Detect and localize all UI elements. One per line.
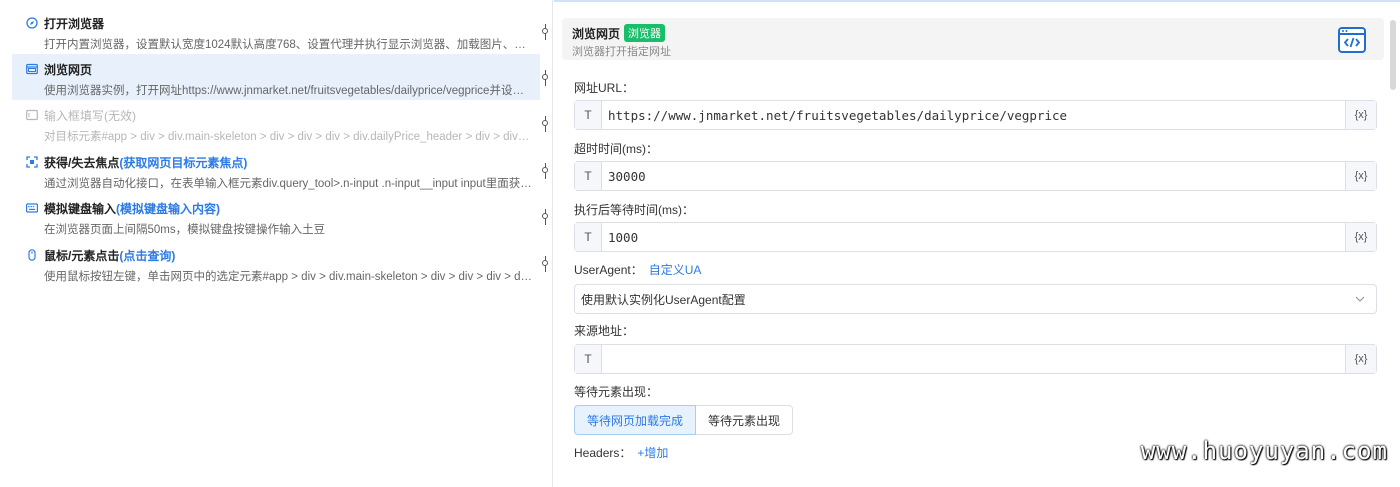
url-label: 网址URL：	[574, 81, 635, 95]
wait-after-input[interactable]: 1000	[602, 223, 1345, 251]
mouse-icon	[26, 249, 38, 261]
step-focus[interactable]: 获得/失去焦点 (获取网页目标元素焦点) 通过浏览器自动化接口，在表单输入框元素…	[12, 147, 540, 193]
step-connector-handle[interactable]	[540, 256, 550, 272]
step-connector-handle[interactable]	[540, 163, 550, 179]
timeout-input[interactable]: 30000	[602, 162, 1345, 190]
step-mouse-click[interactable]: 鼠标/元素点击 (点击查询) 使用鼠标按钮左键，单击网页中的选定元素#app >…	[12, 240, 540, 286]
custom-ua-link[interactable]: 自定义UA	[649, 263, 702, 277]
panel-subtitle: 浏览器打开指定网址	[572, 46, 671, 58]
step-tag: (获取网页目标元素焦点)	[119, 155, 248, 170]
step-tag: (点击查询)	[119, 248, 176, 263]
wait-element-button[interactable]: 等待元素出现	[696, 405, 794, 435]
panel-header: 浏览网页 浏览器 浏览器打开指定网址	[562, 18, 1384, 60]
keyboard-icon	[26, 202, 38, 214]
headers-label: Headers：	[574, 446, 632, 460]
step-browse-webpage[interactable]: 浏览网页 使用浏览器实例，打开网址https://www.jnmarket.ne…	[12, 54, 540, 100]
wait-mode-toggle: 等待网页加载完成 等待元素出现	[574, 405, 794, 435]
variable-insert-button[interactable]: {x}	[1345, 162, 1376, 190]
timeout-label: 超时时间(ms)：	[574, 142, 658, 156]
chevron-down-icon	[1355, 296, 1365, 302]
category-badge: 浏览器	[624, 24, 666, 42]
step-description: 通过浏览器自动化接口，在表单输入框元素div.query_tool>.n-inp…	[44, 178, 532, 190]
focus-icon	[26, 156, 38, 168]
browser-window-icon	[26, 63, 38, 75]
properties-panel: 浏览网页 浏览器 浏览器打开指定网址 网址URL： T https://www.…	[554, 0, 1400, 487]
panel-title: 浏览网页	[572, 26, 621, 41]
text-type-toggle[interactable]: T	[575, 101, 602, 129]
step-tag: (模拟键盘输入内容)	[116, 201, 221, 216]
step-description: 使用浏览器实例，打开网址https://www.jnmarket.net/fru…	[44, 85, 524, 97]
step-title: 鼠标/元素点击	[44, 248, 120, 263]
referer-field[interactable]: T {x}	[574, 344, 1377, 374]
text-type-toggle[interactable]: T	[575, 223, 602, 251]
step-title: 打开浏览器	[44, 16, 105, 31]
step-connector-handle[interactable]	[540, 70, 550, 86]
step-connector-handle[interactable]	[540, 24, 550, 40]
browser-code-icon	[1338, 27, 1366, 53]
step-list-panel: 打开浏览器 打开内置浏览器，设置默认宽度1024默认高度768、设置代理并执行显…	[0, 0, 553, 487]
step-connector-handle[interactable]	[540, 116, 550, 132]
step-description: 打开内置浏览器，设置默认宽度1024默认高度768、设置代理并执行显示浏览器、加…	[44, 39, 526, 51]
step-title: 获得/失去焦点	[44, 155, 120, 170]
wait-after-field[interactable]: T 1000 {x}	[574, 222, 1377, 252]
useragent-select[interactable]: 使用默认实例化UserAgent配置	[574, 284, 1377, 314]
watermark: www.huoyuyan.com	[1140, 437, 1388, 465]
step-open-browser[interactable]: 打开浏览器 打开内置浏览器，设置默认宽度1024默认高度768、设置代理并执行显…	[12, 8, 540, 54]
step-title: 模拟键盘输入	[44, 201, 117, 216]
url-field[interactable]: T https://www.jnmarket.net/fruitsvegetab…	[574, 100, 1377, 130]
step-keyboard-input[interactable]: 模拟键盘输入 (模拟键盘输入内容) 在浏览器页面上间隔50ms，模拟键盘按键操作…	[12, 193, 540, 239]
add-header-link[interactable]: +增加	[637, 446, 668, 460]
step-input-fill-disabled[interactable]: 输入框填写(无效) 对目标元素#app > div > div.main-ske…	[12, 100, 540, 146]
step-title: 浏览网页	[44, 62, 93, 77]
timeout-field[interactable]: T 30000 {x}	[574, 161, 1377, 191]
compass-icon	[26, 17, 38, 29]
step-title: 输入框填写(无效)	[44, 108, 136, 123]
useragent-label: UserAgent：	[574, 263, 643, 277]
wait-element-label: 等待元素出现：	[574, 385, 659, 399]
referer-label: 来源地址：	[574, 324, 635, 338]
step-connector-handle[interactable]	[540, 209, 550, 225]
referer-input[interactable]	[602, 345, 1345, 373]
variable-insert-button[interactable]: {x}	[1345, 345, 1376, 373]
step-description: 使用鼠标按钮左键，单击网页中的选定元素#app > div > div.main…	[44, 271, 534, 283]
url-input[interactable]: https://www.jnmarket.net/fruitsvegetable…	[602, 101, 1345, 129]
variable-insert-button[interactable]: {x}	[1345, 223, 1376, 251]
variable-insert-button[interactable]: {x}	[1345, 101, 1376, 129]
wait-page-load-button[interactable]: 等待网页加载完成	[574, 405, 697, 435]
input-box-icon	[26, 109, 38, 121]
step-description: 对目标元素#app > div > div.main-skeleton > di…	[44, 131, 530, 143]
step-description: 在浏览器页面上间隔50ms，模拟键盘按键操作输入土豆	[44, 224, 326, 236]
useragent-selected-value: 使用默认实例化UserAgent配置	[581, 292, 746, 307]
wait-after-label: 执行后等待时间(ms)：	[574, 203, 694, 217]
scrollbar-thumb[interactable]	[1390, 20, 1396, 90]
text-type-toggle[interactable]: T	[575, 345, 602, 373]
text-type-toggle[interactable]: T	[575, 162, 602, 190]
